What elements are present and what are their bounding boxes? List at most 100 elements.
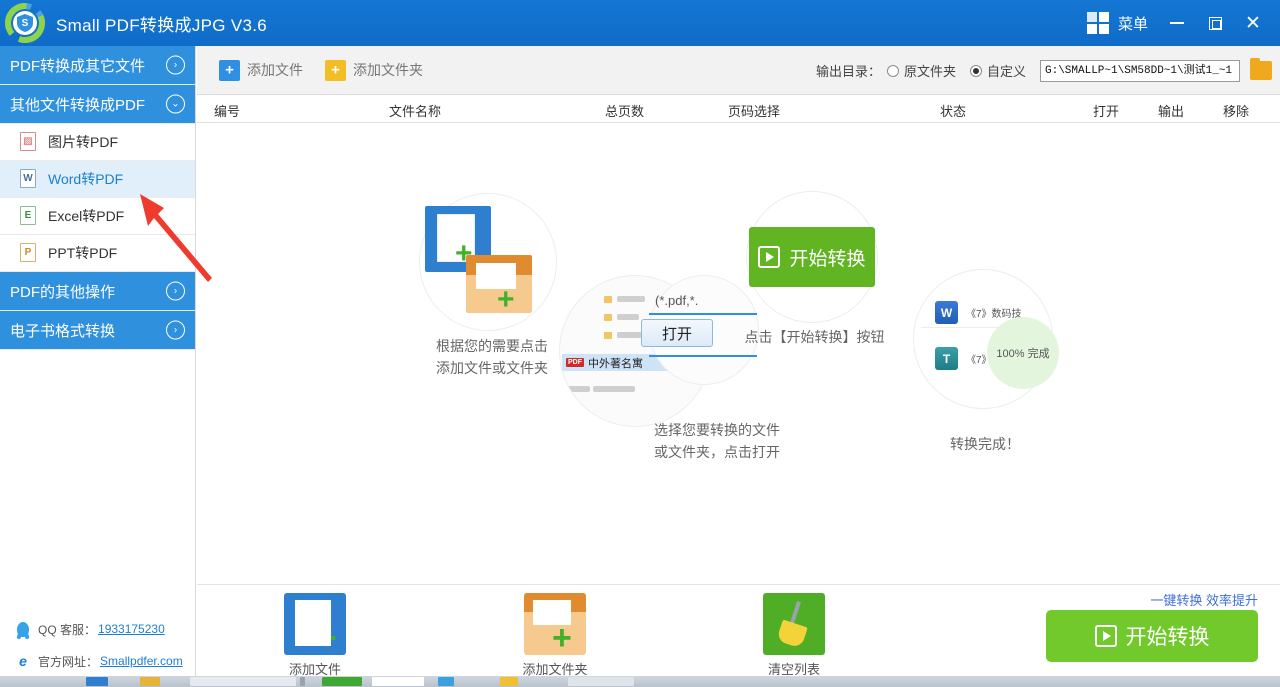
step3-start-button-label: 开始转换 [789,248,866,270]
site-label: 官方网址： [38,654,99,669]
start-convert-button[interactable]: 开始转换 [1046,610,1258,662]
radio-source-folder[interactable]: 原文件夹 [886,61,956,80]
sidebar-group-ebook-convert[interactable]: 电子书格式转换 › [0,311,195,350]
sidebar-group-pdf-to-others[interactable]: PDF转换成其它文件 › [0,46,195,85]
sidebar-item-label: PPT转PDF [48,245,118,261]
step4-progress-text: 100% 完成 [996,348,1050,360]
column-header-output[interactable]: 输出 [1158,101,1184,120]
step2-blur-row [604,294,645,305]
app-title: Small PDF转换成JPG V3.6 [56,15,267,35]
step2-divider [649,313,757,315]
column-header-pages[interactable]: 总页数 [605,101,644,120]
sidebar-group-others-to-pdf[interactable]: 其他文件转换成PDF ⌄ [0,85,195,124]
start-convert-label: 开始转换 [1125,626,1210,649]
sidebar-item-word-to-pdf[interactable]: W Word转PDF [0,161,195,198]
step3-caption: 点击【开始转换】按钮 [717,326,912,348]
bottom-clear-list-button[interactable]: 清空列表 [734,593,854,678]
step2-file-filter: (*.pdf,*. [655,293,699,308]
play-icon [758,246,781,268]
step2-caption-line1: 选择您要转换的文件 [654,422,780,438]
word-icon: W [20,169,38,189]
step3-start-button[interactable]: 开始转换 [749,227,875,287]
excel-icon: E [20,206,38,226]
ppt-icon: P [20,243,38,263]
column-header-open[interactable]: 打开 [1093,101,1119,120]
file-list-area[interactable]: + + 根据您的需要点击 添加文件或文件夹 PDF 中外著名寓 (*.pdf,*… [197,123,1280,583]
sidebar-item-excel-to-pdf[interactable]: E Excel转PDF [0,198,195,235]
app-logo-icon: S [2,0,48,46]
restore-button[interactable] [1196,0,1234,46]
qq-label: QQ 客服： [38,622,97,637]
menu-button[interactable]: 菜单 [1077,0,1158,46]
column-header-remove[interactable]: 移除 [1223,101,1249,120]
radio-source-folder-input[interactable] [886,64,899,77]
qq-icon [14,620,32,638]
add-folder-button[interactable]: + 添加文件夹 [325,59,423,81]
step2-caption: 选择您要转换的文件 或文件夹，点击打开 [607,419,827,463]
text-file-icon: T [935,347,958,370]
step2-blur-row [568,384,635,395]
radio-custom-folder[interactable]: 自定义 [969,61,1026,80]
add-folder-icon: + [325,59,346,81]
output-directory-area: 输出目录： 原文件夹 自定义 G:\SMALLP~1\SM58DD~1\测试1_… [816,46,1272,95]
os-taskbar [0,676,1280,687]
output-path-input[interactable]: G:\SMALLP~1\SM58DD~1\测试1_~1 [1040,59,1240,82]
image-icon: ▨ [20,132,38,152]
sidebar-group-label: 电子书格式转换 [10,322,116,340]
bottom-add-folder-button[interactable]: + 添加文件夹 [495,593,615,678]
column-header-filename[interactable]: 文件名称 [389,101,441,120]
promo-text: 一键转换 效率提升 [1150,593,1258,608]
step4-result-row-2: T 《7》 [935,347,992,370]
step2-open-button[interactable]: 打开 [641,319,713,347]
main-toolbar: + 添加文件 + 添加文件夹 输出目录： 原文件夹 自定义 G:\SMALLP~… [197,46,1280,95]
app-window: S Small PDF转换成JPG V3.6 菜单 ✕ PDF转换成其它文件 › [0,0,1280,687]
play-icon [1094,625,1117,647]
step4-caption-text: 转换完成！ [950,436,1020,452]
add-file-icon: + [284,593,346,655]
site-link[interactable]: Smallpdfer.com [100,654,183,668]
chevron-down-icon: ⌄ [166,94,185,114]
step2-divider [649,355,757,357]
close-icon: ✕ [1245,12,1261,34]
sidebar-item-label: 图片转PDF [48,134,118,150]
clear-list-icon [763,593,825,655]
browse-folder-button[interactable] [1250,58,1272,80]
sidebar-footer: QQ 客服： 1933175230 e 官方网址： Smallpdfer.com [0,613,196,677]
sidebar-item-label: Excel转PDF [48,208,125,224]
browser-icon: e [19,653,27,669]
word-file-icon: W [935,301,958,324]
output-directory-label: 输出目录： [815,64,881,79]
title-bar: S Small PDF转换成JPG V3.6 菜单 ✕ [0,0,1280,46]
minimize-button[interactable] [1158,0,1196,46]
column-header-pagerange[interactable]: 页码选择 [728,101,780,120]
step3-caption-text: 点击【开始转换】按钮 [744,329,885,345]
step2-open-button-label: 打开 [661,325,692,343]
step4-caption: 转换完成！ [915,433,1055,455]
add-file-button[interactable]: + 添加文件 [219,59,303,81]
restore-icon [1208,16,1222,30]
radio-custom-folder-label: 自定义 [986,64,1026,79]
radio-source-folder-label: 原文件夹 [903,64,956,79]
sidebar-item-image-to-pdf[interactable]: ▨ 图片转PDF [0,124,195,161]
window-controls: 菜单 ✕ [1077,0,1280,46]
sidebar-group-pdf-other-ops[interactable]: PDF的其他操作 › [0,272,195,311]
sidebar-item-ppt-to-pdf[interactable]: P PPT转PDF [0,235,195,272]
qq-number-link[interactable]: 1933175230 [98,622,165,636]
chevron-right-icon: › [166,320,185,340]
bottom-toolbar: + 添加文件 + 添加文件夹 清空列表 一键转换 效率提升 开始转换 [197,584,1280,679]
bottom-add-file-button[interactable]: + 添加文件 [255,593,375,678]
step1-folder-plus-icon: + [497,283,515,316]
pdf-badge-icon: PDF [566,358,584,367]
menu-button-label: 菜单 [1117,15,1148,33]
official-site: e 官方网址： Smallpdfer.com [0,645,196,677]
close-button[interactable]: ✕ [1234,0,1272,46]
radio-custom-folder-input[interactable] [969,64,982,77]
empty-state-guide: + + 根据您的需要点击 添加文件或文件夹 PDF 中外著名寓 (*.pdf,*… [197,123,1280,583]
column-header-status[interactable]: 状态 [940,101,966,120]
grid-icon [1086,12,1109,34]
add-file-label: 添加文件 [247,62,303,78]
chevron-right-icon: › [166,55,185,75]
add-folder-icon: + [524,593,586,655]
sidebar-group-label: 其他文件转换成PDF [10,96,146,114]
column-header-index[interactable]: 编号 [214,101,240,120]
